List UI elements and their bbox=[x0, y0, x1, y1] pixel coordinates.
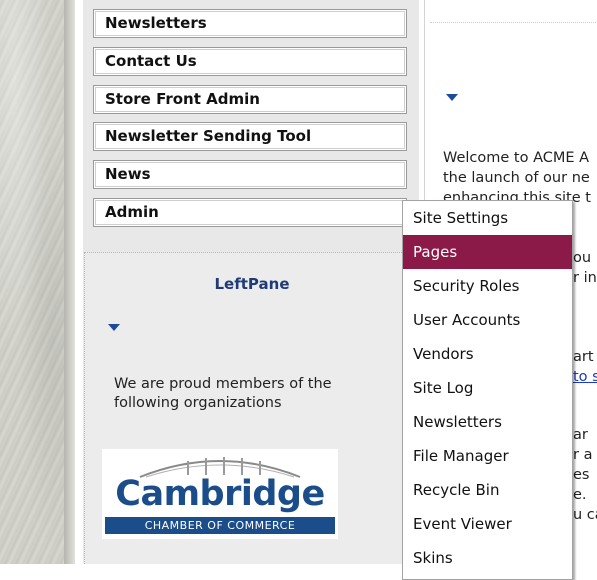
nav-item-newsletters[interactable]: Newsletters bbox=[93, 9, 407, 38]
left-pane-text: We are proud members of the following or… bbox=[114, 376, 332, 411]
welcome-text-fragment: u ca bbox=[573, 507, 597, 523]
stone-border-background bbox=[0, 0, 75, 564]
nav-item-contact-us[interactable]: Contact Us bbox=[93, 47, 407, 76]
collapse-triangle-icon[interactable] bbox=[446, 94, 458, 101]
nav-item-news[interactable]: News bbox=[93, 160, 407, 189]
nav-item-admin[interactable]: Admin bbox=[93, 198, 407, 227]
welcome-text-fragment: ar bbox=[573, 427, 588, 443]
dropdown-item-user-accounts[interactable]: User Accounts bbox=[403, 303, 572, 337]
left-pane-title: LeftPane bbox=[214, 275, 290, 293]
welcome-text-fragment: r in bbox=[573, 270, 597, 286]
nav-item-newsletter-sending-tool[interactable]: Newsletter Sending Tool bbox=[93, 122, 407, 151]
dropdown-item-site-log[interactable]: Site Log bbox=[403, 371, 572, 405]
content-pane-border bbox=[430, 22, 597, 23]
admin-dropdown-menu: Site Settings Pages Security Roles User … bbox=[402, 200, 573, 580]
welcome-text-fragment: es bbox=[573, 467, 590, 483]
dropdown-item-event-viewer[interactable]: Event Viewer bbox=[403, 507, 572, 541]
welcome-text-fragment: art bbox=[573, 349, 594, 365]
dropdown-item-file-manager[interactable]: File Manager bbox=[403, 439, 572, 473]
collapse-triangle-icon[interactable] bbox=[108, 324, 120, 331]
dropdown-item-skins[interactable]: Skins bbox=[403, 541, 572, 575]
dropdown-item-security-roles[interactable]: Security Roles bbox=[403, 269, 572, 303]
welcome-text-fragment: r a bbox=[573, 447, 593, 463]
dropdown-item-pages[interactable]: Pages bbox=[403, 235, 572, 269]
dropdown-item-vendors[interactable]: Vendors bbox=[403, 337, 572, 371]
dropdown-item-recycle-bin[interactable]: Recycle Bin bbox=[403, 473, 572, 507]
dropdown-item-newsletters[interactable]: Newsletters bbox=[403, 405, 572, 439]
cambridge-chamber-logo[interactable]: Cambridge CHAMBER OF COMMERCE bbox=[102, 449, 338, 539]
dropdown-item-site-settings[interactable]: Site Settings bbox=[403, 201, 572, 235]
nav-item-store-front-admin[interactable]: Store Front Admin bbox=[93, 85, 407, 114]
welcome-text-fragment: ou bbox=[573, 250, 592, 266]
logo-subtitle: CHAMBER OF COMMERCE bbox=[105, 517, 335, 534]
welcome-link-fragment[interactable]: to s bbox=[573, 369, 597, 385]
welcome-text-line-2: the launch of our ne bbox=[443, 170, 590, 186]
welcome-text-line-1: Welcome to ACME A bbox=[443, 150, 590, 166]
logo-wordmark: Cambridge bbox=[115, 474, 325, 514]
welcome-text-fragment: e. bbox=[573, 487, 587, 503]
